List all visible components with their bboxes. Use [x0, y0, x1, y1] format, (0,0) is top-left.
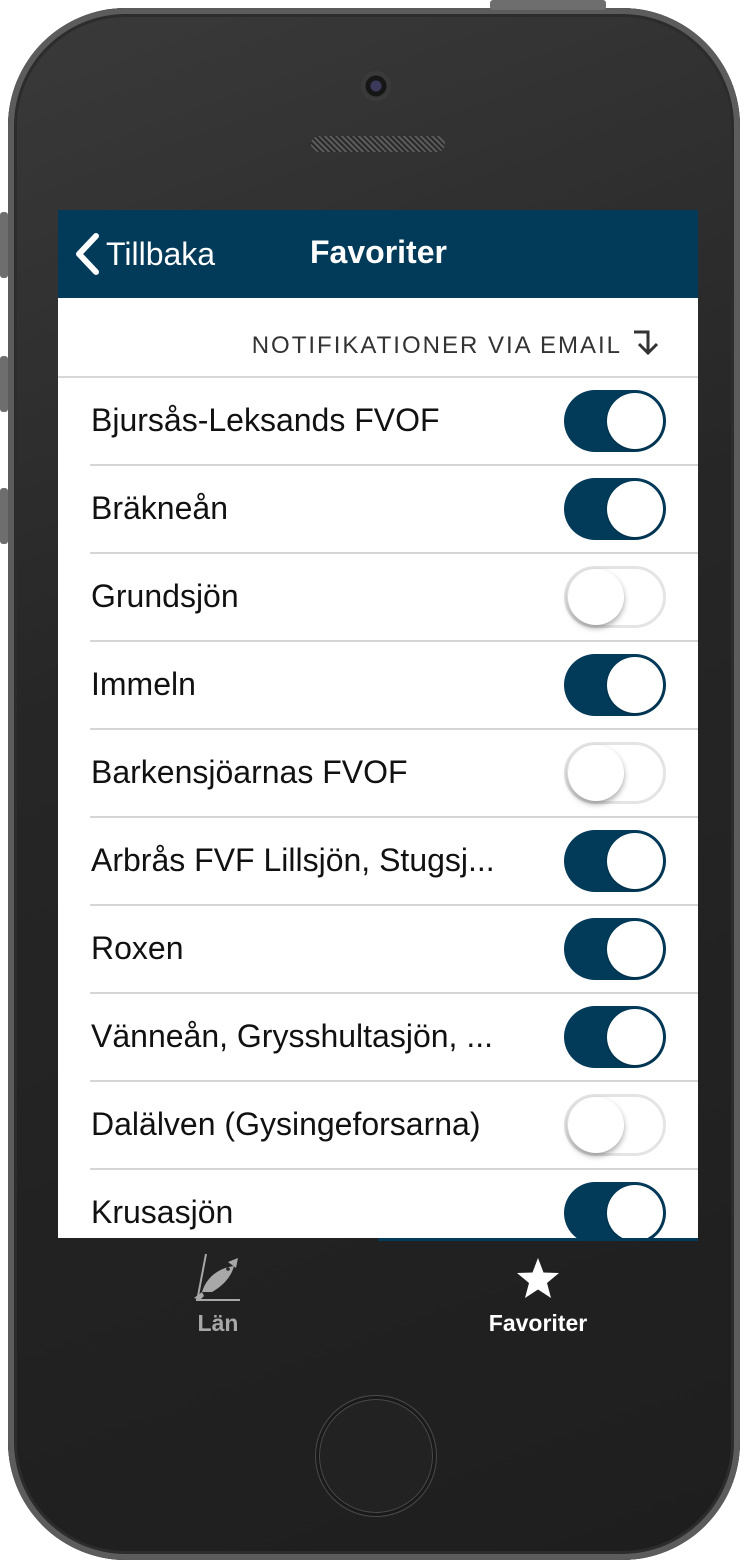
toggle-knob [568, 1097, 624, 1153]
toggle-knob [607, 833, 663, 889]
toggle-knob [607, 1009, 663, 1065]
list-item: Immeln [90, 642, 698, 730]
favorite-name: Roxen [91, 930, 184, 966]
list-item: Grundsjön [90, 554, 698, 642]
favorite-name: Bjursås-Leksands FVOF [91, 402, 440, 438]
favorites-list: Bjursås-Leksands FVOF Bräkneån Grundsjön Im… [58, 378, 698, 1238]
back-button[interactable]: Tillbaka [72, 230, 215, 278]
email-notification-toggle[interactable] [564, 1094, 666, 1156]
list-item: Dalälven (Gysingeforsarna) [90, 1082, 698, 1170]
email-notification-toggle[interactable] [564, 566, 666, 628]
section-header: NOTIFIKATIONER VIA EMAIL [58, 298, 698, 378]
arrow-turn-down-icon [632, 328, 662, 361]
toggle-knob [607, 1185, 663, 1238]
chevron-left-icon [72, 232, 102, 276]
email-notification-toggle[interactable] [564, 742, 666, 804]
fish-icon [192, 1252, 244, 1309]
favorite-name: Grundsjön [91, 578, 239, 614]
earpiece-speaker [311, 136, 445, 152]
tab-favoriter[interactable]: Favoriter [378, 1238, 698, 1348]
email-notification-toggle[interactable] [564, 918, 666, 980]
page-title: Favoriter [310, 234, 447, 270]
favorite-name: Vänneån, Grysshultasjön, ... [91, 1018, 493, 1054]
list-item: Arbrås FVF Lillsjön, Stugsj... [90, 818, 698, 906]
tab-favoriter-label: Favoriter [488, 1310, 588, 1336]
tab-bar: Län Favoriter [58, 1238, 698, 1348]
list-item: Bräkneån [90, 466, 698, 554]
email-notification-toggle[interactable] [564, 1006, 666, 1068]
toggle-knob [607, 921, 663, 977]
email-notification-toggle[interactable] [564, 654, 666, 716]
favorite-name: Arbrås FVF Lillsjön, Stugsj... [91, 842, 495, 878]
favorite-name: Bräkneån [91, 490, 228, 526]
star-icon [515, 1256, 561, 1305]
list-item: Bjursås-Leksands FVOF [90, 378, 698, 466]
section-header-label: NOTIFIKATIONER VIA EMAIL [251, 332, 622, 359]
email-notification-toggle[interactable] [564, 478, 666, 540]
tab-lan-label: Län [197, 1310, 239, 1336]
email-notification-toggle[interactable] [564, 390, 666, 452]
toggle-knob [607, 481, 663, 537]
volume-down-button [0, 488, 8, 544]
email-notification-toggle[interactable] [564, 830, 666, 892]
toggle-knob [568, 745, 624, 801]
tab-lan[interactable]: Län [58, 1238, 378, 1348]
favorite-name: Immeln [91, 666, 196, 702]
favorite-name: Barkensjöarnas FVOF [91, 754, 408, 790]
toggle-knob [568, 569, 624, 625]
side-button-top [490, 0, 606, 10]
list-item: Vänneån, Grysshultasjön, ... [90, 994, 698, 1082]
back-button-label: Tillbaka [106, 235, 216, 272]
list-item: Barkensjöarnas FVOF [90, 730, 698, 818]
toggle-knob [607, 657, 663, 713]
mute-switch [0, 212, 8, 278]
toggle-knob [607, 393, 663, 449]
list-item: Krusasjön [90, 1170, 698, 1238]
volume-up-button [0, 356, 8, 412]
home-button[interactable] [316, 1396, 436, 1516]
favorite-name: Krusasjön [91, 1194, 234, 1230]
app-screen: Tillbaka Favoriter NOTIFIKATIONER VIA EM… [58, 210, 698, 1238]
email-notification-toggle[interactable] [564, 1182, 666, 1238]
front-camera [361, 71, 391, 101]
favorite-name: Dalälven (Gysingeforsarna) [91, 1106, 481, 1142]
navigation-bar: Tillbaka Favoriter [58, 210, 698, 298]
list-item: Roxen [90, 906, 698, 994]
